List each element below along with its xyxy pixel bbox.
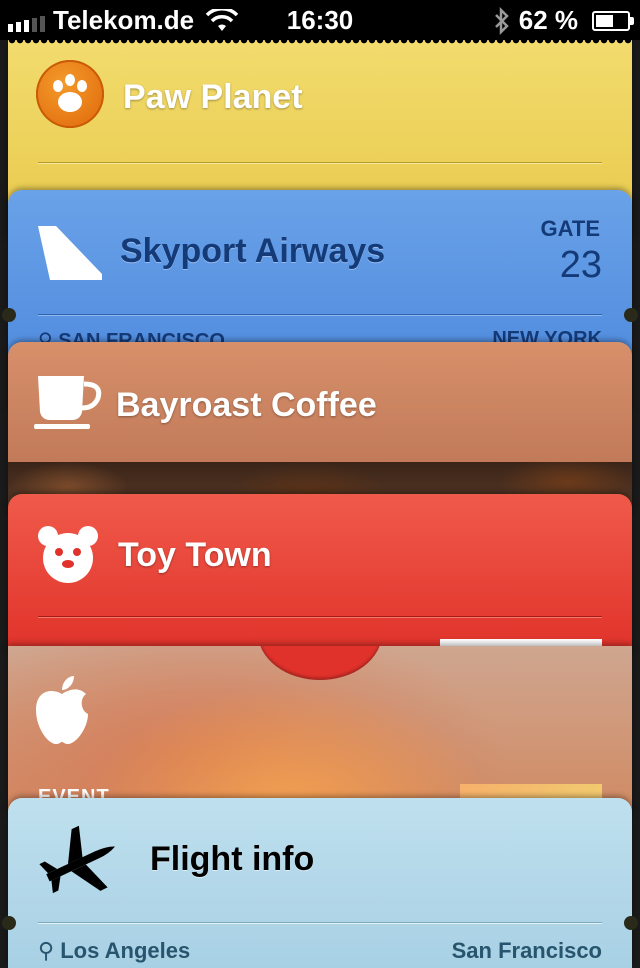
pass-title: Skyport Airways (120, 232, 386, 270)
apple-logo-icon (36, 676, 88, 744)
gate-value: 23 (559, 244, 602, 286)
pass-title: Toy Town (118, 536, 272, 574)
airplane-icon (39, 825, 116, 894)
bluetooth-icon (494, 6, 509, 35)
battery-icon (592, 10, 634, 31)
route-origin: ⚲ Los Angeles (38, 938, 190, 964)
battery-fill (596, 14, 613, 27)
pass-toy-town[interactable]: Toy Town (8, 494, 632, 654)
pass-flight-info[interactable]: Flight info ⚲ Los Angeles San Francisco (8, 798, 632, 968)
origin-city: Los Angeles (60, 938, 191, 963)
ticket-notch (624, 308, 638, 322)
perforated-edge (8, 40, 632, 46)
divider (38, 616, 602, 617)
ticket-notch (2, 308, 16, 322)
airplane-tail-icon (38, 226, 102, 280)
ticket-notch (258, 646, 382, 680)
coffee-cup-icon (34, 376, 102, 429)
gate-label: GATE (540, 216, 600, 241)
pass-title: Paw Planet (123, 78, 303, 116)
pass-title: Flight info (150, 840, 315, 878)
ticket-notch (2, 916, 16, 930)
divider (38, 922, 602, 923)
route-destination: San Francisco (451, 938, 602, 963)
ticket-notch (624, 916, 638, 930)
paw-icon (36, 60, 104, 128)
bear-icon (38, 526, 98, 583)
battery-percent: 62 % (518, 5, 578, 35)
pass-event[interactable]: EVENT (8, 646, 632, 816)
status-bar: Telekom.de 16:30 62 % (0, 0, 640, 40)
pass-title: Bayroast Coffee (116, 386, 377, 424)
location-pin-icon: ⚲ (38, 938, 61, 963)
pass-bayroast-coffee[interactable]: Bayroast Coffee (8, 342, 632, 512)
divider (38, 162, 602, 163)
divider (38, 314, 602, 315)
